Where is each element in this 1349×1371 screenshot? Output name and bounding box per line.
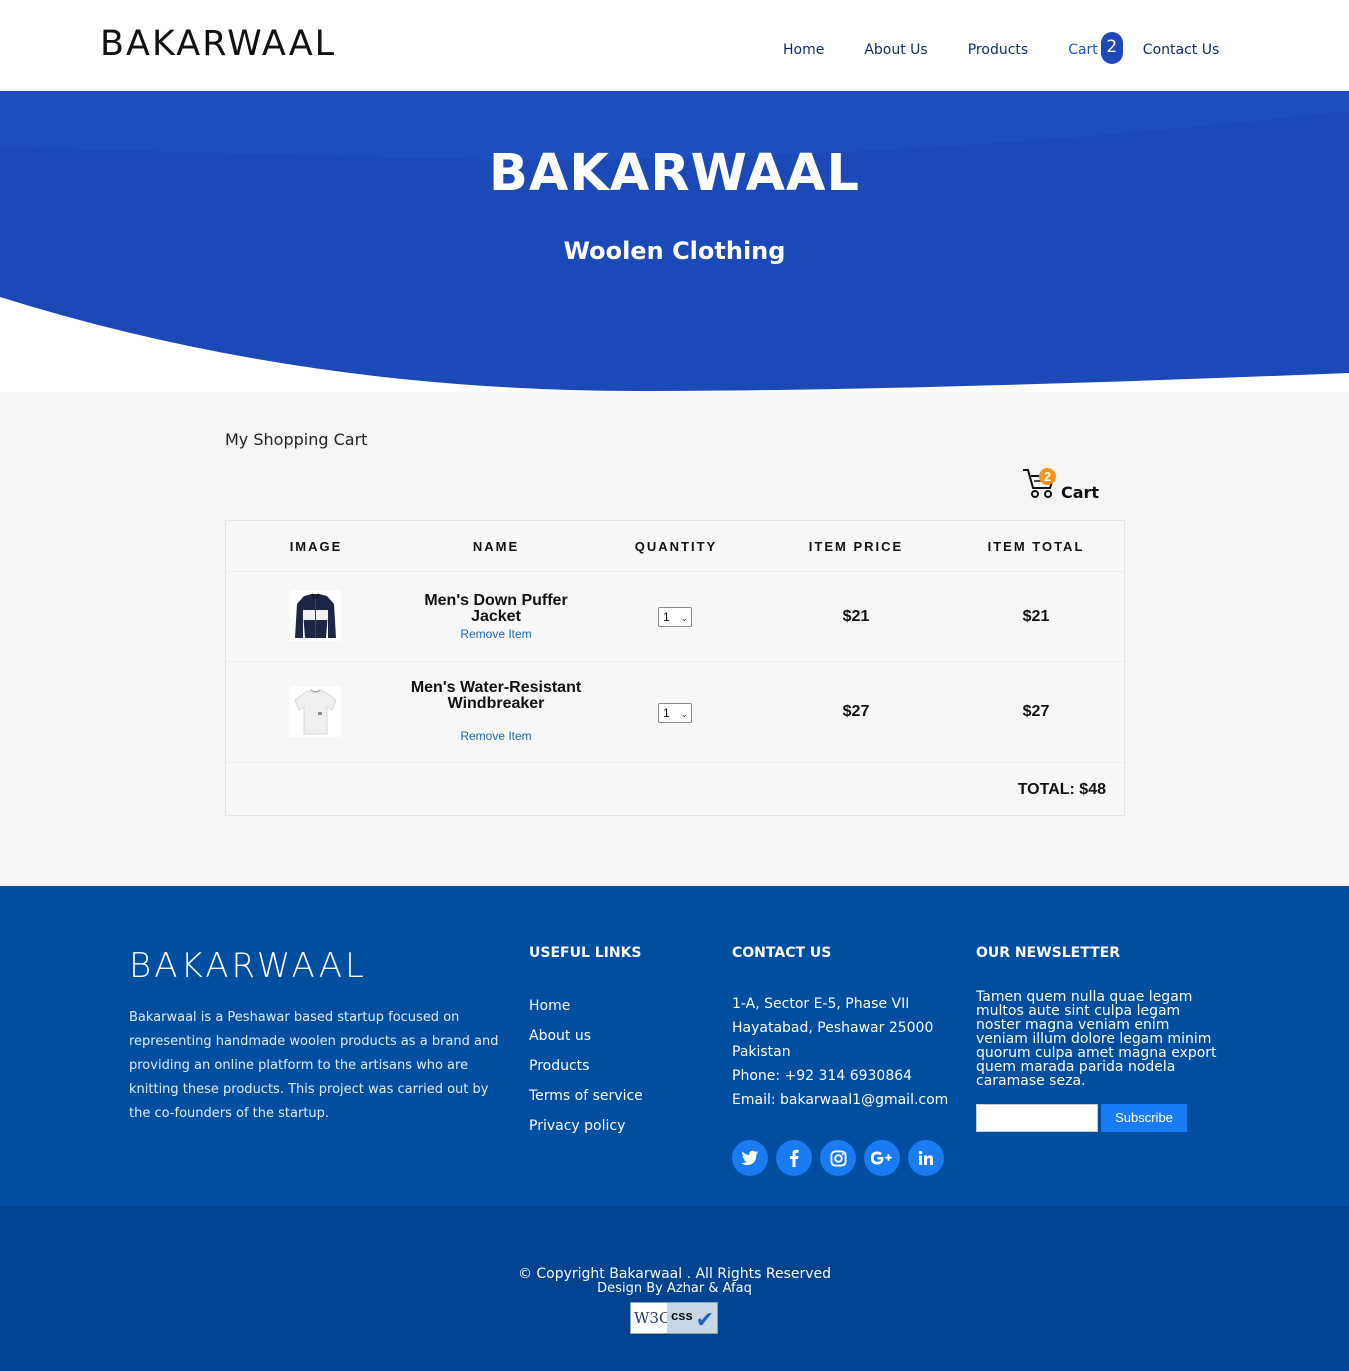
- address-country: Pakistan: [732, 1044, 791, 1060]
- cart-grand-total: TOTAL: $48: [1017, 781, 1106, 798]
- quantity-value: 1: [663, 706, 670, 720]
- twitter-icon[interactable]: [732, 1140, 768, 1176]
- contact-email: Email: bakarwaal1@gmail.com: [732, 1092, 949, 1108]
- google-plus-icon[interactable]: [864, 1140, 900, 1176]
- hero-title: BAKARWAAL: [488, 144, 860, 203]
- footer-link-privacy[interactable]: Privacy policy: [529, 1114, 643, 1144]
- chevron-down-icon: ⌄: [680, 613, 688, 623]
- css-text: css: [671, 1308, 693, 1323]
- cart-summary[interactable]: 2 Cart: [1022, 466, 1102, 502]
- cart-count-badge: 2: [1100, 32, 1123, 64]
- chevron-down-icon: ⌄: [680, 709, 688, 719]
- newsletter-text: Tamen quem nulla quae legam multos aute …: [976, 989, 1217, 1089]
- product-image-windbreaker: [290, 686, 341, 737]
- table-row: Men's Down Puffer Jacket Remove Item 1 ⌄…: [226, 572, 1124, 662]
- newsletter-email-input[interactable]: [976, 1104, 1098, 1132]
- footer-bottom: © Copyright Bakarwaal . All Rights Reser…: [0, 1206, 1349, 1371]
- cart-icon-count: 2: [1039, 468, 1056, 485]
- checkmark-icon: ✔: [695, 1307, 714, 1332]
- item-price: $27: [842, 703, 870, 720]
- quantity-value: 1: [663, 610, 670, 624]
- cart-table: IMAGE NAME QUANTITY ITEM PRICE ITEM TOTA…: [225, 520, 1125, 816]
- column-header-item-price: ITEM PRICE: [808, 539, 904, 554]
- footer-about-text: Bakarwaal is a Peshawar based startup fo…: [129, 1010, 499, 1121]
- social-links: [732, 1140, 952, 1176]
- nav-about-link[interactable]: About Us: [864, 42, 927, 58]
- address-line-2: Hayatabad, Peshawar 25000: [732, 1020, 934, 1036]
- product-image-jacket: [290, 590, 341, 641]
- newsletter-heading: OUR NEWSLETTER: [976, 945, 1120, 961]
- design-credit: Design By Azhar & Afaq: [597, 1281, 752, 1296]
- cart-icon-label: Cart: [1061, 483, 1100, 502]
- useful-links-heading: USEFUL LINKS: [529, 945, 642, 961]
- footer: BAKARWAAL Bakarwaal is a Peshawar based …: [0, 886, 1349, 1206]
- quantity-select[interactable]: 1 ⌄: [658, 703, 692, 723]
- w3c-css-badge[interactable]: W3C css ✔: [630, 1302, 718, 1334]
- quantity-select[interactable]: 1 ⌄: [658, 607, 692, 627]
- nav-products-link[interactable]: Products: [968, 42, 1028, 58]
- footer-link-about[interactable]: About us: [529, 1024, 643, 1054]
- css-label: css ✔: [667, 1303, 717, 1333]
- footer-link-terms[interactable]: Terms of service: [529, 1084, 643, 1114]
- product-name: Men's Water-Resistant Windbreaker: [410, 679, 582, 712]
- w3c-logo: W3C: [634, 1309, 671, 1327]
- main-menu: Home About Us Products Cart 2 Contact Us: [783, 32, 1259, 64]
- item-price: $21: [842, 608, 870, 625]
- contact-phone: Phone: +92 314 6930864: [732, 1068, 913, 1084]
- column-header-image: IMAGE: [289, 539, 343, 554]
- cart-table-header: IMAGE NAME QUANTITY ITEM PRICE ITEM TOTA…: [226, 521, 1124, 572]
- item-total: $27: [1022, 703, 1050, 720]
- remove-item-link[interactable]: Remove Item: [406, 627, 586, 641]
- remove-item-link[interactable]: Remove Item: [406, 729, 586, 743]
- table-row: Men's Water-Resistant Windbreaker Remove…: [226, 662, 1124, 763]
- nav-contact-link[interactable]: Contact Us: [1143, 42, 1219, 58]
- contact-details: 1-A, Sector E-5, Phase VII Hayatabad, Pe…: [732, 992, 948, 1112]
- facebook-icon[interactable]: [776, 1140, 812, 1176]
- site-logo[interactable]: BAKARWAAL: [100, 24, 336, 64]
- column-header-item-total: ITEM TOTAL: [987, 539, 1085, 554]
- copyright-text: © Copyright Bakarwaal . All Rights Reser…: [517, 1266, 832, 1282]
- cart-heading: My Shopping Cart: [225, 430, 368, 449]
- item-total: $21: [1022, 608, 1050, 625]
- instagram-icon[interactable]: [820, 1140, 856, 1176]
- footer-link-home[interactable]: Home: [529, 994, 643, 1024]
- address-line-1: 1-A, Sector E-5, Phase VII: [732, 996, 910, 1012]
- useful-links-list: Home About us Products Terms of service …: [529, 994, 643, 1144]
- column-header-quantity: QUANTITY: [634, 539, 718, 554]
- linkedin-icon[interactable]: [908, 1140, 944, 1176]
- nav-cart-link[interactable]: Cart 2: [1068, 32, 1123, 64]
- column-header-name: NAME: [472, 539, 520, 554]
- hero-subtitle: Woolen Clothing: [563, 237, 786, 265]
- hero-banner: BAKARWAAL Woolen Clothing: [0, 91, 1349, 392]
- nav-home-link[interactable]: Home: [783, 42, 824, 58]
- contact-heading: CONTACT US: [732, 945, 832, 961]
- top-navbar: BAKARWAAL Home About Us Products Cart 2 …: [0, 0, 1349, 91]
- subscribe-button[interactable]: Subscribe: [1101, 1104, 1187, 1132]
- footer-link-products[interactable]: Products: [529, 1054, 643, 1084]
- footer-logo: BAKARWAAL: [129, 946, 367, 986]
- product-name: Men's Down Puffer Jacket: [424, 592, 568, 625]
- nav-cart-label: Cart: [1068, 42, 1098, 58]
